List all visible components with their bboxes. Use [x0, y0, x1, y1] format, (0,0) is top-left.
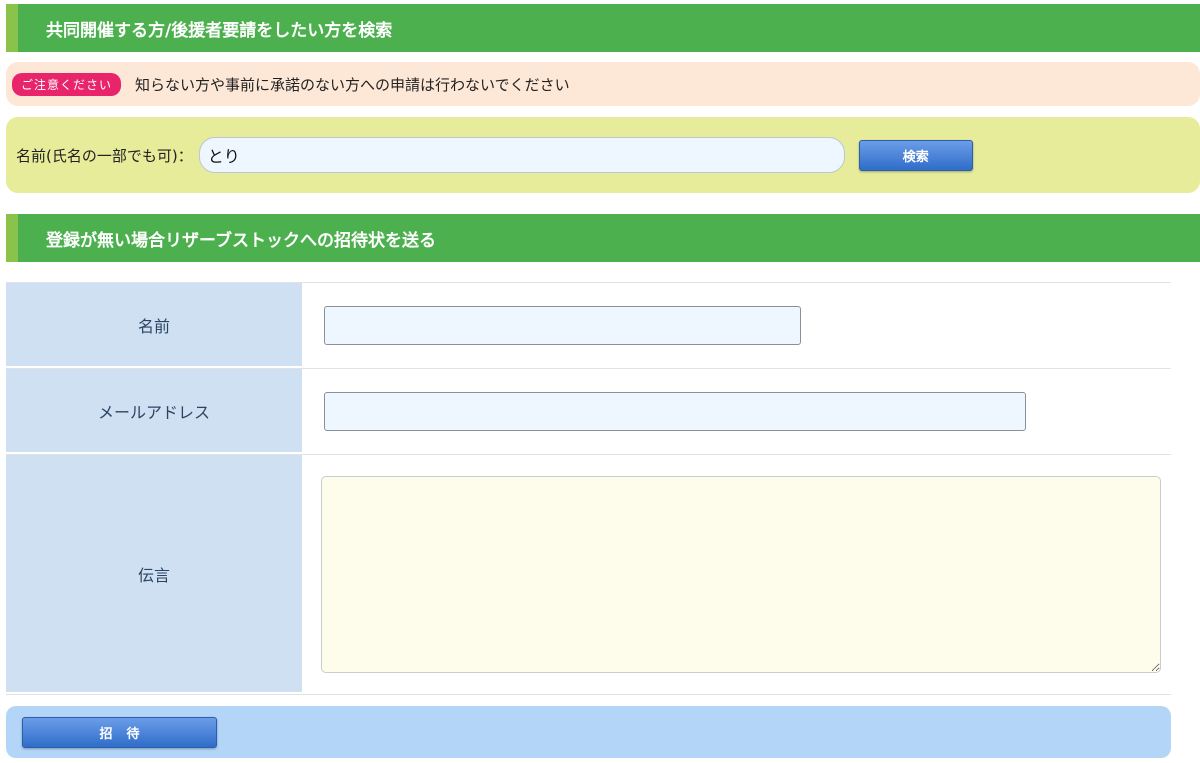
notice-badge: ご注意ください: [12, 72, 122, 96]
invite-footer: 招待: [6, 706, 1171, 758]
invite-name-row: 名前: [6, 283, 1171, 369]
name-search-input[interactable]: [198, 137, 845, 173]
invite-button[interactable]: 招待: [22, 716, 217, 748]
notice-text: 知らない方や事前に承諾のない方への申請は行わないでください: [135, 75, 570, 94]
invite-email-row: メールアドレス: [6, 369, 1171, 455]
notice-banner: ご注意ください 知らない方や事前に承諾のない方への申請は行わないでください: [6, 62, 1200, 106]
invite-section-header: 登録が無い場合リザーブストックへの招待状を送る: [6, 214, 1200, 262]
invite-email-field-cell: [302, 369, 1171, 454]
invite-name-field-cell: [302, 283, 1171, 368]
invite-message-label: 伝言: [6, 455, 302, 694]
invite-email-input[interactable]: [324, 392, 1026, 431]
invite-message-textarea[interactable]: [321, 476, 1161, 673]
invite-name-input[interactable]: [324, 306, 801, 345]
invite-email-label: メールアドレス: [6, 369, 302, 454]
search-button[interactable]: 検索: [858, 139, 973, 171]
invite-message-field-cell: [302, 455, 1171, 694]
search-form: 名前(氏名の一部でも可)： 検索: [6, 117, 1200, 193]
search-label: 名前(氏名の一部でも可)：: [16, 146, 193, 165]
invite-form-table: 名前 メールアドレス 伝言: [6, 282, 1171, 695]
invite-message-row: 伝言: [6, 455, 1171, 695]
search-section-header: 共同開催する方/後援者要請をしたい方を検索: [6, 4, 1200, 52]
invite-name-label: 名前: [6, 283, 302, 368]
